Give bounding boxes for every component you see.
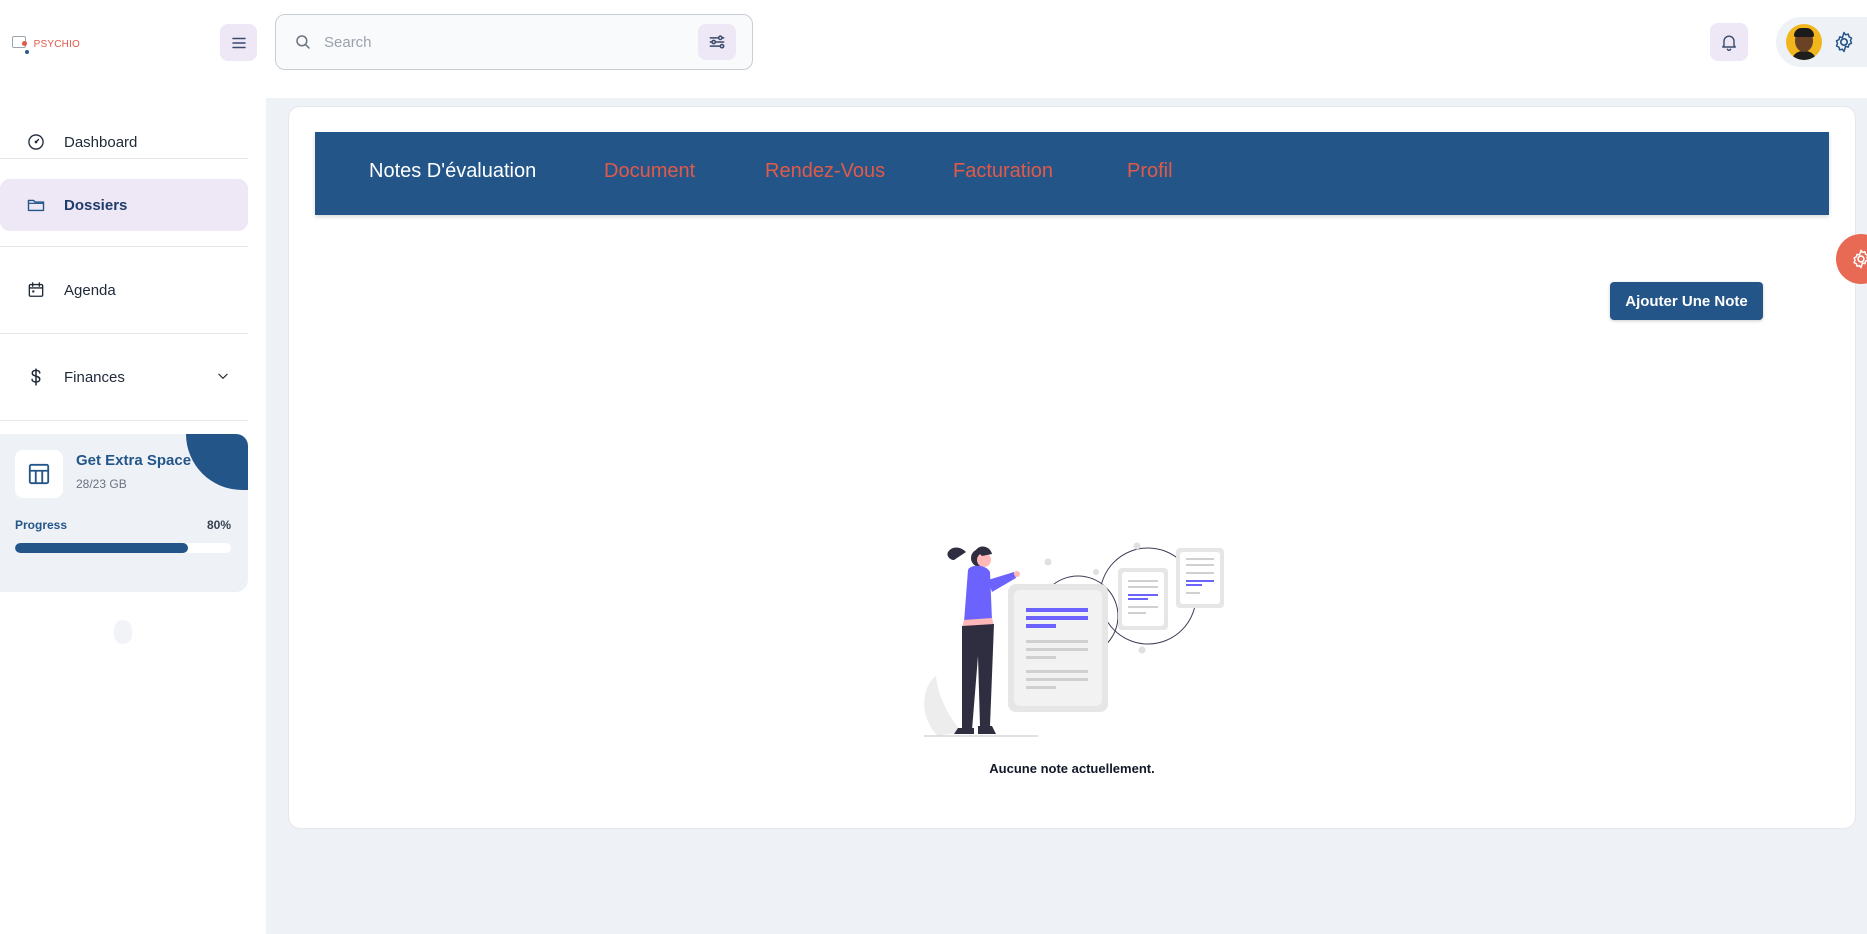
tab-facturation[interactable]: Facturation [953,160,1053,183]
calendar-icon [26,280,46,300]
bell-icon [1722,35,1736,51]
search-input[interactable] [324,27,664,57]
sidebar-item-label: Agenda [64,281,116,299]
tab-bar: Notes D'évaluation Document Rendez-Vous … [315,132,1829,215]
sidebar-item-label: Finances [64,368,125,386]
settings-gear-icon[interactable] [1832,30,1856,54]
sidebar-item-label: Dossiers [64,196,128,214]
top-bar: PSYCHIO [0,0,1867,98]
sidebar-scroll-handle[interactable] [114,620,132,644]
dollar-icon [26,367,46,387]
tab-notes-evaluation[interactable]: Notes D'évaluation [369,160,536,183]
divider [0,420,248,421]
avatar[interactable] [1786,24,1822,60]
menu-toggle-button[interactable] [220,24,257,61]
empty-notes-illustration [924,542,1224,737]
profile-menu[interactable] [1776,17,1867,67]
settings-gear-icon [1853,249,1867,269]
tab-rendez-vous[interactable]: Rendez-Vous [765,160,885,183]
progress-fill [15,543,188,553]
tab-document[interactable]: Document [604,160,695,183]
hamburger-icon [231,37,246,48]
empty-state-message: Aucune note actuellement. [989,761,1155,776]
search-icon [296,35,310,49]
chevron-down-icon [218,373,228,379]
sidebar: Dashboard Dossiers Agenda Finances Get E… [0,98,266,934]
progress-value: 80% [206,518,231,532]
sidebar-item-dashboard[interactable]: Dashboard [0,116,248,168]
progress-label: Progress [15,518,68,532]
storage-usage: 28/23 GB [76,477,127,491]
search-bar [275,14,753,70]
storage-title: Get Extra Space [76,452,192,469]
add-note-button[interactable]: Ajouter Une Note [1610,282,1763,320]
divider [0,333,248,334]
app-logo[interactable]: PSYCHIO [10,30,80,58]
divider [0,246,248,247]
logo-icon [10,32,32,56]
sidebar-item-dossiers[interactable]: Dossiers [0,179,248,231]
sidebar-item-agenda[interactable]: Agenda [0,264,248,316]
notifications-button[interactable] [1710,23,1748,61]
decorative-corner [186,434,248,490]
sidebar-item-label: Dashboard [64,133,138,151]
sidebar-item-finances[interactable]: Finances [0,351,248,403]
storage-icon [15,450,63,498]
gauge-icon [26,132,46,152]
logo-text: PSYCHIO [33,38,80,50]
divider [0,158,248,159]
progress-bar [15,543,231,553]
sliders-icon [709,35,725,49]
storage-card: Get Extra Space 28/23 GB Progress 80% [0,434,248,592]
folder-icon [26,195,46,215]
filter-button[interactable] [698,24,736,60]
tab-profil[interactable]: Profil [1127,160,1173,183]
